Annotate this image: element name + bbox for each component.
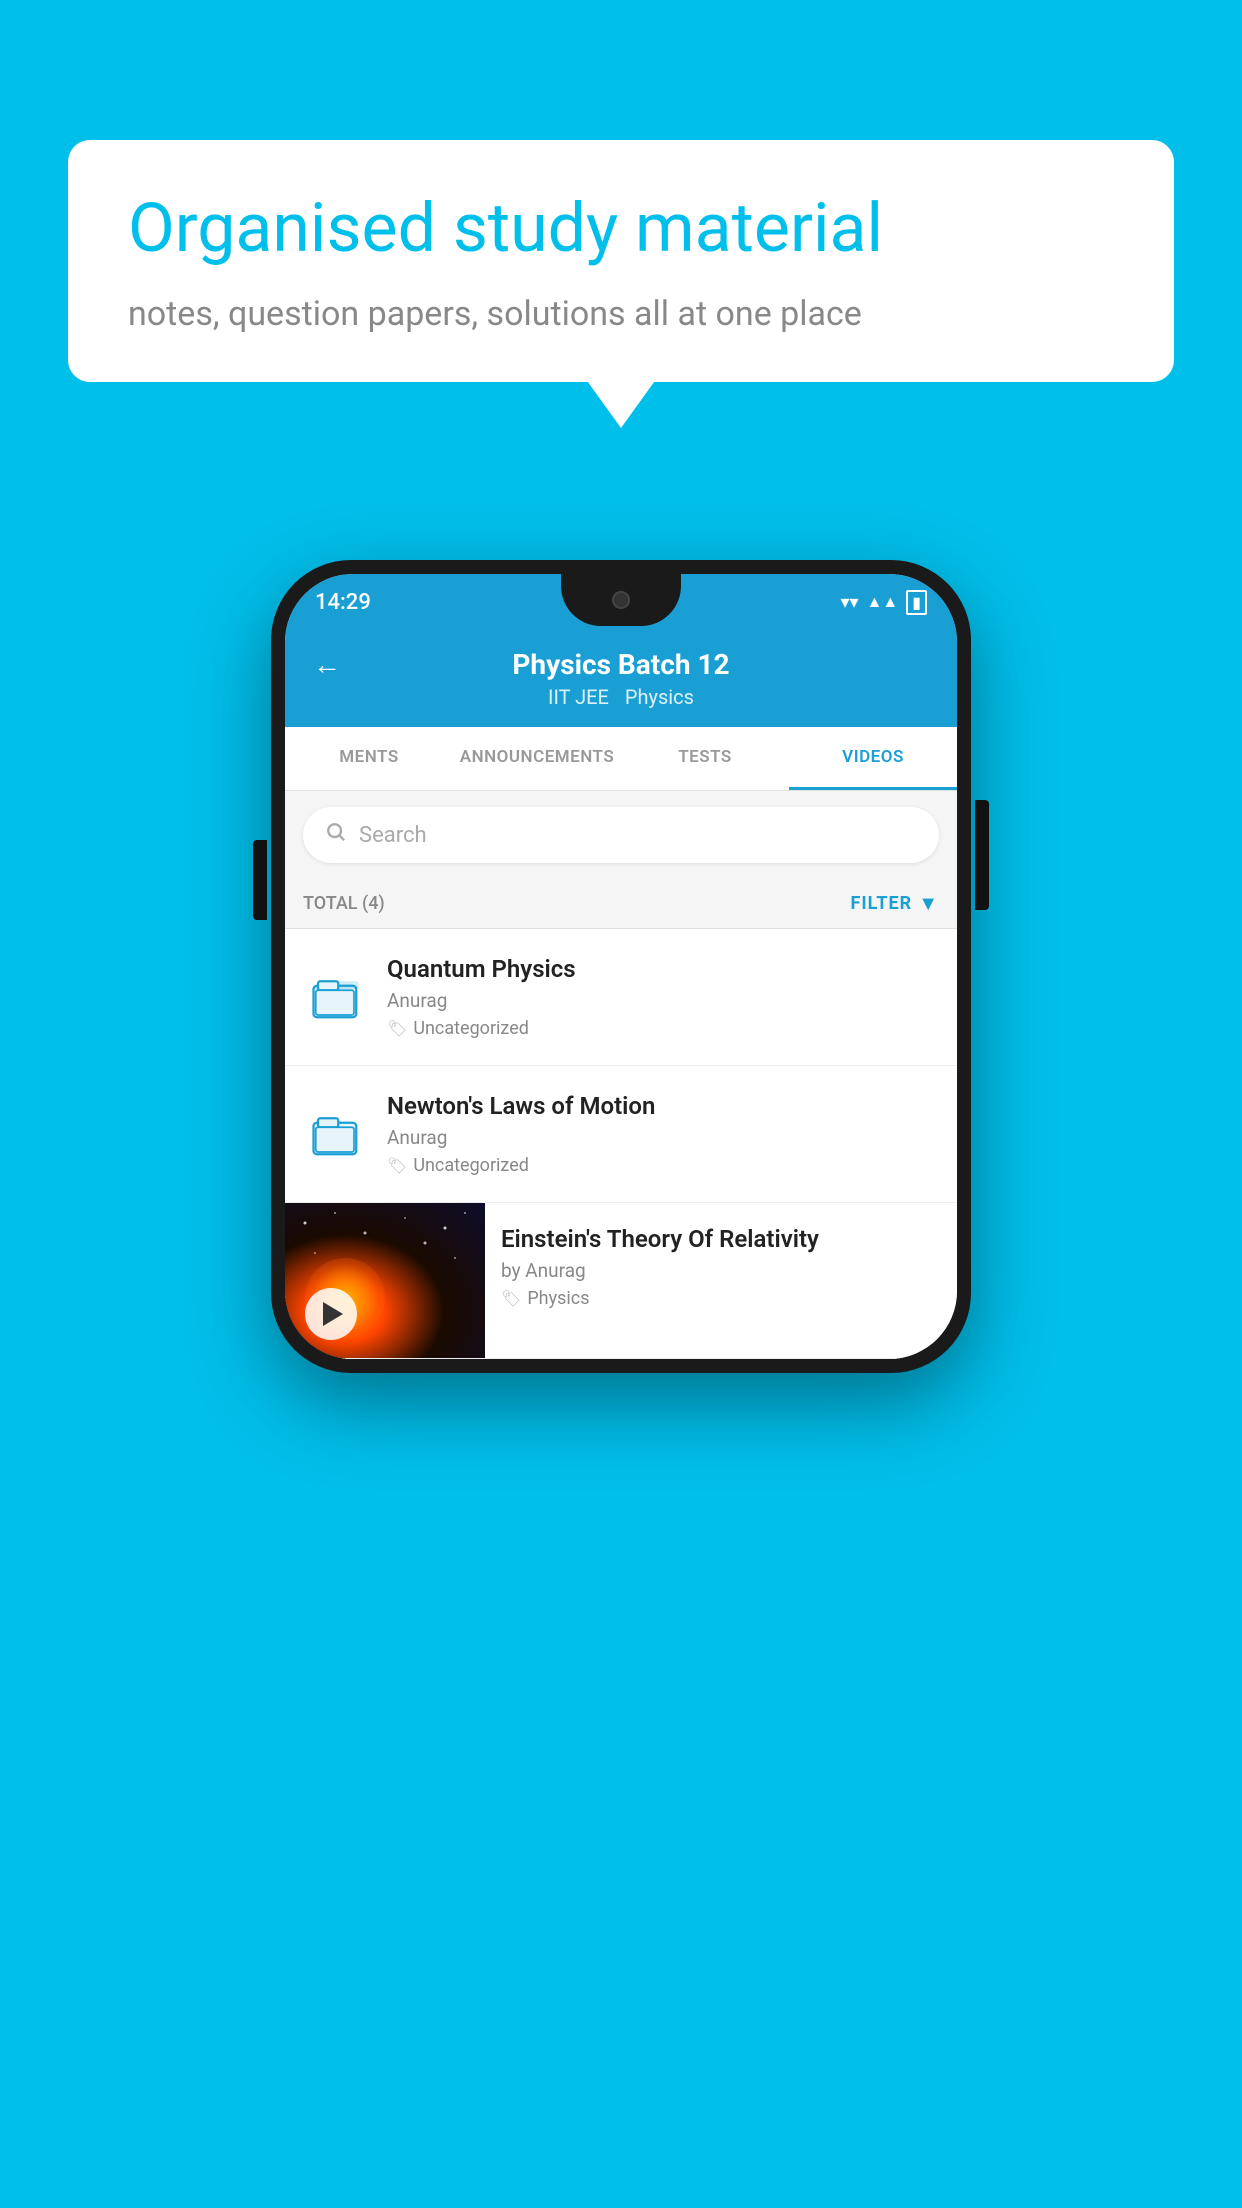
camera-icon <box>612 591 630 609</box>
video-info: Einstein's Theory Of Relativity by Anura… <box>485 1203 957 1331</box>
tag-icon: 🏷 <box>387 1019 407 1038</box>
status-icons: ▾▾ ▲▲ ▮ <box>840 590 927 615</box>
video-author: by Anurag <box>501 1259 941 1282</box>
tabs-bar: MENTS ANNOUNCEMENTS TESTS VIDEOS <box>285 727 957 791</box>
video-tag: 🏷 Uncategorized <box>387 1018 939 1039</box>
folder-icon <box>303 1101 369 1167</box>
video-info: Newton's Laws of Motion Anurag 🏷 Uncateg… <box>387 1092 939 1176</box>
bubble-subtitle: notes, question papers, solutions all at… <box>128 294 1114 334</box>
header-subtitle-physics: Physics <box>625 685 694 709</box>
signal-icon: ▲▲ <box>867 592 899 612</box>
phone-screen: 14:29 ▾▾ ▲▲ ▮ ← Physics Batch 12 IIT JEE <box>285 574 957 1359</box>
play-icon <box>323 1302 343 1326</box>
phone-wrapper: 14:29 ▾▾ ▲▲ ▮ ← Physics Batch 12 IIT JEE <box>271 560 971 1373</box>
tag-icon: 🏷 <box>501 1289 521 1308</box>
filter-bar: TOTAL (4) FILTER ▼ <box>285 879 957 929</box>
back-button[interactable]: ← <box>313 648 341 681</box>
video-tag: 🏷 Uncategorized <box>387 1155 939 1176</box>
search-placeholder: Search <box>359 823 427 848</box>
speech-bubble-container: Organised study material notes, question… <box>68 140 1174 382</box>
total-count: TOTAL (4) <box>303 893 385 914</box>
tab-announcements[interactable]: ANNOUNCEMENTS <box>453 727 621 790</box>
search-icon <box>325 821 347 849</box>
tag-icon: 🏷 <box>387 1156 407 1175</box>
tab-videos[interactable]: VIDEOS <box>789 727 957 790</box>
video-title: Newton's Laws of Motion <box>387 1092 939 1120</box>
header-row: ← Physics Batch 12 <box>313 648 929 681</box>
video-info: Quantum Physics Anurag 🏷 Uncategorized <box>387 955 939 1039</box>
speech-bubble: Organised study material notes, question… <box>68 140 1174 382</box>
video-title: Quantum Physics <box>387 955 939 983</box>
tab-tests[interactable]: TESTS <box>621 727 789 790</box>
video-tag: 🏷 Physics <box>501 1288 941 1309</box>
folder-icon <box>303 964 369 1030</box>
app-header: ← Physics Batch 12 IIT JEE Physics <box>285 630 957 727</box>
status-bar: 14:29 ▾▾ ▲▲ ▮ <box>285 574 957 630</box>
filter-button[interactable]: FILTER ▼ <box>851 891 940 916</box>
video-author: Anurag <box>387 989 939 1012</box>
filter-icon: ▼ <box>918 891 939 916</box>
video-title: Einstein's Theory Of Relativity <box>501 1225 941 1253</box>
search-container: Search <box>285 791 957 879</box>
video-list: Quantum Physics Anurag 🏷 Uncategorized <box>285 929 957 1359</box>
phone-outer: 14:29 ▾▾ ▲▲ ▮ ← Physics Batch 12 IIT JEE <box>271 560 971 1373</box>
list-item[interactable]: Quantum Physics Anurag 🏷 Uncategorized <box>285 929 957 1066</box>
video-author: Anurag <box>387 1126 939 1149</box>
status-time: 14:29 <box>315 590 371 615</box>
wifi-icon: ▾▾ <box>840 592 858 613</box>
header-subtitle-iit: IIT JEE <box>548 685 609 709</box>
battery-icon: ▮ <box>906 590 927 615</box>
notch <box>561 574 681 626</box>
play-button[interactable] <box>305 1288 357 1340</box>
header-title: Physics Batch 12 <box>512 648 729 681</box>
list-item[interactable]: Einstein's Theory Of Relativity by Anura… <box>285 1203 957 1359</box>
header-subtitle: IIT JEE Physics <box>548 685 694 709</box>
search-input[interactable]: Search <box>303 807 939 863</box>
list-item[interactable]: Newton's Laws of Motion Anurag 🏷 Uncateg… <box>285 1066 957 1203</box>
tab-ments[interactable]: MENTS <box>285 727 453 790</box>
bubble-title: Organised study material <box>128 188 1114 270</box>
video-thumbnail <box>285 1203 485 1358</box>
